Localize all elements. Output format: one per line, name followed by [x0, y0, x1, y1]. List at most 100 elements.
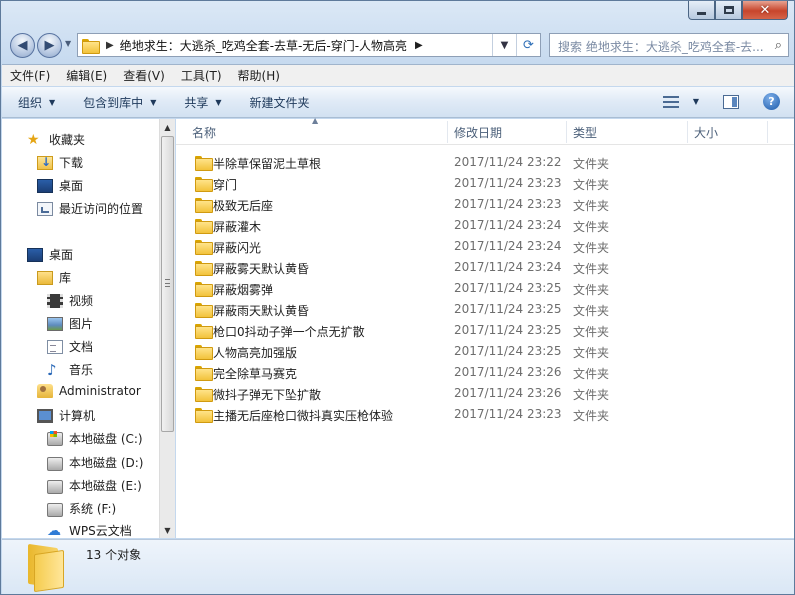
file-type: 文件夹: [573, 199, 610, 213]
file-name: 微抖子弹无下坠扩散: [213, 388, 322, 402]
menu-view[interactable]: 查看(V): [123, 67, 165, 84]
menu-edit[interactable]: 编辑(E): [66, 67, 107, 84]
table-row[interactable]: 人物高亮加强版 2017/11/24 23:25 文件夹: [176, 341, 776, 362]
refresh-icon[interactable]: ⟳: [516, 34, 540, 56]
address-bar[interactable]: ▶ 绝地求生：大逃杀_吃鸡全套-去草-无后-穿门-人物高亮 ▶ ▼ ⟳: [77, 33, 541, 57]
column-date[interactable]: 修改日期: [454, 124, 502, 141]
nav-scrollbar[interactable]: ▲ ▼: [159, 119, 175, 538]
address-buttons: ▼ ⟳: [492, 34, 540, 56]
minimize-button[interactable]: [688, 1, 715, 20]
nav-downloads[interactable]: 下载: [37, 154, 83, 171]
table-row[interactable]: 穿门 2017/11/24 23:23 文件夹: [176, 173, 776, 194]
table-row[interactable]: 主播无后座枪口微抖真实压枪体验 2017/11/24 23:23 文件夹: [176, 404, 776, 425]
help-icon[interactable]: ?: [763, 93, 780, 110]
nav-label: 本地磁盘 (D:): [69, 455, 144, 470]
folder-icon: [195, 345, 213, 360]
view-options-dropdown[interactable]: ▼: [693, 97, 699, 106]
desktop-icon: [37, 178, 53, 193]
breadcrumb-arrow-icon[interactable]: ▶: [415, 40, 423, 51]
recent-pages-dropdown[interactable]: ▼: [65, 39, 71, 48]
menu-file[interactable]: 文件(F): [10, 67, 50, 84]
breadcrumb[interactable]: 绝地求生：大逃杀_吃鸡全套-去草-无后-穿门-人物高亮: [120, 37, 407, 54]
search-icon[interactable]: ⌕: [775, 38, 782, 53]
column-divider[interactable]: [566, 121, 567, 143]
menu-tools[interactable]: 工具(T): [181, 67, 222, 84]
nav-music[interactable]: ♪ 音乐: [47, 361, 93, 378]
share-button[interactable]: 共享 ▼: [184, 94, 221, 111]
column-type[interactable]: 类型: [573, 124, 597, 141]
column-name[interactable]: 名称: [192, 124, 216, 141]
drive-icon: [47, 503, 63, 517]
file-type: 文件夹: [573, 157, 610, 171]
address-history-dropdown[interactable]: ▼: [492, 34, 516, 56]
folder-icon: [195, 366, 213, 381]
nav-drive-d[interactable]: 本地磁盘 (D:): [47, 453, 143, 471]
nav-documents[interactable]: 文档: [47, 338, 93, 355]
file-name: 穿门: [213, 178, 238, 192]
file-name: 枪口0抖动子弹一个点无扩散: [213, 325, 365, 339]
nav-desktop[interactable]: 桌面: [27, 246, 73, 263]
file-type: 文件夹: [573, 346, 610, 360]
column-header: ▲ 名称 修改日期 类型 大小: [176, 116, 794, 145]
column-size[interactable]: 大小: [694, 124, 718, 141]
table-row[interactable]: 屏蔽雨天默认黄昏 2017/11/24 23:25 文件夹: [176, 299, 776, 320]
table-row[interactable]: 屏蔽雾天默认黄昏 2017/11/24 23:24 文件夹: [176, 257, 776, 278]
nav-label: 最近访问的位置: [59, 202, 144, 216]
view-details-icon[interactable]: [662, 95, 679, 108]
nav-favorites[interactable]: ★ 收藏夹: [27, 131, 85, 148]
file-name: 半除草保留泥土草根: [213, 157, 322, 171]
nav-wps-cloud[interactable]: ☁ WPS云文档: [47, 522, 132, 539]
nav-videos[interactable]: 视频: [47, 292, 93, 309]
table-row[interactable]: 屏蔽闪光 2017/11/24 23:24 文件夹: [176, 236, 776, 257]
back-arrow-icon: ◀: [17, 38, 28, 53]
breadcrumb-separator-icon[interactable]: ▶: [106, 40, 114, 51]
nav-administrator[interactable]: Administrator: [37, 384, 141, 398]
file-type: 文件夹: [573, 409, 610, 423]
nav-libraries[interactable]: 库: [37, 269, 71, 286]
column-divider[interactable]: [767, 121, 768, 143]
downloads-icon: [37, 155, 53, 170]
scroll-down-icon[interactable]: ▼: [160, 522, 175, 538]
nav-desktop-favorite[interactable]: 桌面: [37, 177, 83, 194]
menu-help[interactable]: 帮助(H): [238, 67, 280, 84]
preview-pane-icon[interactable]: [723, 94, 739, 109]
nav-label: 下载: [59, 156, 84, 170]
scroll-up-icon[interactable]: ▲: [160, 119, 175, 135]
nav-drive-c[interactable]: 本地磁盘 (C:): [47, 430, 143, 447]
nav-drive-f[interactable]: 系统 (F:): [47, 499, 116, 517]
back-button[interactable]: ◀: [10, 33, 35, 58]
table-row[interactable]: 屏蔽烟雾弹 2017/11/24 23:25 文件夹: [176, 278, 776, 299]
drive-icon: [47, 457, 63, 471]
folder-icon: [195, 387, 213, 402]
file-name: 屏蔽雾天默认黄昏: [213, 262, 310, 276]
scroll-thumb[interactable]: [161, 136, 174, 432]
forward-button[interactable]: ▶: [37, 33, 62, 58]
maximize-button[interactable]: [715, 1, 742, 20]
nav-computer[interactable]: 计算机: [37, 407, 95, 424]
chevron-down-icon: ▼: [150, 97, 157, 107]
nav-label: 图片: [69, 317, 94, 331]
table-row[interactable]: 极致无后座 2017/11/24 23:23 文件夹: [176, 194, 776, 215]
table-row[interactable]: 枪口0抖动子弹一个点无扩散 2017/11/24 23:25 文件夹: [176, 320, 776, 341]
organize-button[interactable]: 组织 ▼: [18, 94, 55, 111]
table-row[interactable]: 完全除草马赛克 2017/11/24 23:26 文件夹: [176, 362, 776, 383]
file-type: 文件夹: [573, 388, 610, 402]
nav-recent-places[interactable]: 最近访问的位置: [37, 200, 143, 217]
nav-drive-e[interactable]: 本地磁盘 (E:): [47, 476, 142, 494]
file-name: 屏蔽闪光: [213, 241, 262, 255]
table-row[interactable]: 微抖子弹无下坠扩散 2017/11/24 23:26 文件夹: [176, 383, 776, 404]
folder-icon: [195, 324, 213, 339]
file-name: 屏蔽烟雾弹: [213, 283, 274, 297]
document-icon: [47, 339, 63, 354]
table-row[interactable]: 半除草保留泥土草根 2017/11/24 23:22 文件夹: [176, 152, 776, 173]
search-input[interactable]: 搜索 绝地求生：大逃杀_吃鸡全套-去... ⌕: [549, 33, 789, 57]
computer-icon: [37, 408, 53, 423]
table-row[interactable]: 屏蔽灌木 2017/11/24 23:24 文件夹: [176, 215, 776, 236]
new-folder-button[interactable]: 新建文件夹: [250, 94, 310, 111]
include-library-button[interactable]: 包含到库中 ▼: [83, 94, 156, 111]
nav-label: 计算机: [59, 409, 96, 423]
close-button[interactable]: ✕: [742, 1, 788, 20]
column-divider[interactable]: [687, 121, 688, 143]
column-divider[interactable]: [447, 121, 448, 143]
nav-pictures[interactable]: 图片: [47, 315, 93, 332]
